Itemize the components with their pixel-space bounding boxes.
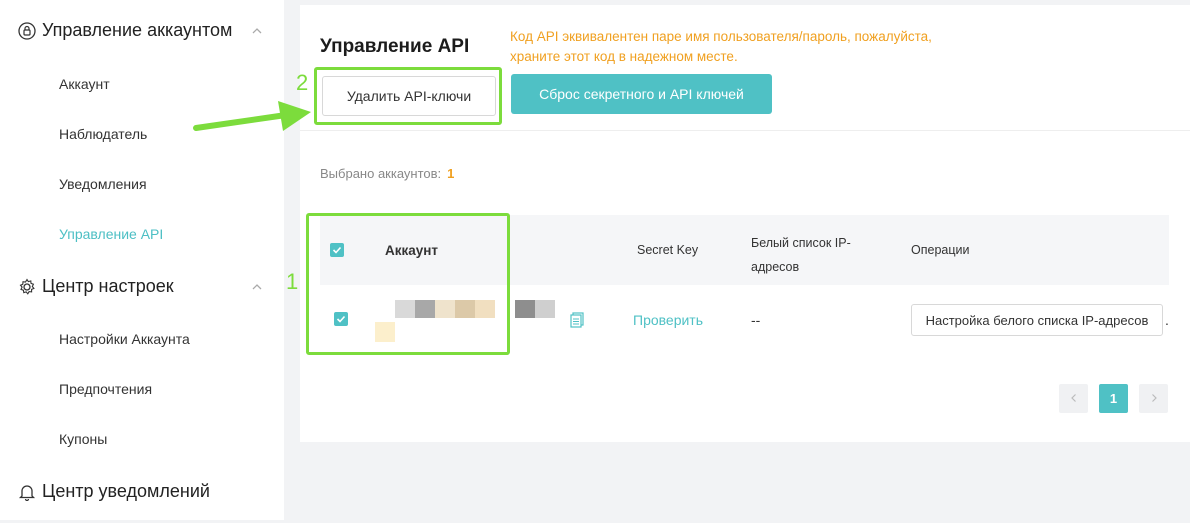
chevron-right-icon [1149,391,1159,406]
page-title: Управление API [320,36,470,57]
section-settings-center-label: Центр настроек [42,276,174,296]
gear-icon [18,277,36,296]
sidebar-item-observer[interactable]: Наблюдатель [59,126,147,142]
column-header-operations: Операции [911,243,970,257]
copy-icon[interactable] [570,312,584,328]
operations-overflow: . [1165,312,1169,328]
divider [300,130,1190,131]
ip-whitelist-settings-button[interactable]: Настройка белого списка IP-адресов [911,304,1163,336]
selected-accounts-count: 1 [447,166,455,181]
api-security-notice: Код API эквивалентен паре имя пользовате… [510,29,932,64]
highlight-box-account-checkbox [306,213,510,355]
chevron-up-icon[interactable] [250,24,264,38]
section-notification-center-label: Центр уведомлений [42,481,210,501]
annotation-number-2: 2 [296,70,309,95]
previous-page-button[interactable] [1059,384,1088,413]
sidebar: Управление аккаунтом Аккаунт Наблюдатель… [0,0,284,520]
column-header-ip-whitelist: Белый список IP-адресов [751,236,851,274]
sidebar-item-coupons[interactable]: Купоны [59,431,107,447]
section-settings-center[interactable]: Центр настроек [18,276,174,297]
chevron-left-icon [1069,391,1079,406]
sidebar-item-account-settings[interactable]: Настройки Аккаунта [59,331,190,347]
annotation-arrow-icon [193,101,311,131]
section-account-management-label: Управление аккаунтом [42,20,233,40]
section-account-management[interactable]: Управление аккаунтом [18,20,232,41]
highlight-box-delete-button [314,67,502,125]
bell-icon [18,483,36,501]
sidebar-item-account[interactable]: Аккаунт [59,76,110,92]
reset-secret-and-api-keys-button[interactable]: Сброс секретного и API ключей [511,74,772,114]
column-header-secret-key: Secret Key [637,243,699,257]
next-page-button[interactable] [1139,384,1168,413]
sidebar-item-preferences[interactable]: Предпочтения [59,381,152,397]
sidebar-item-notifications[interactable]: Уведомления [59,176,147,192]
ip-whitelist-value: -- [751,312,761,328]
chevron-up-icon[interactable] [250,280,264,294]
selected-accounts-label: Выбрано аккаунтов: [320,166,442,181]
sidebar-item-api-management[interactable]: Управление API [59,226,163,242]
verify-secret-key-link[interactable]: Проверить [633,312,703,328]
annotation-number-1: 1 [286,269,299,294]
selected-accounts: Выбрано аккаунтов: 1 [320,166,454,181]
lock-icon [18,21,36,40]
section-notification-center[interactable]: Центр уведомлений [18,481,210,502]
page-button-current[interactable]: 1 [1099,384,1128,413]
